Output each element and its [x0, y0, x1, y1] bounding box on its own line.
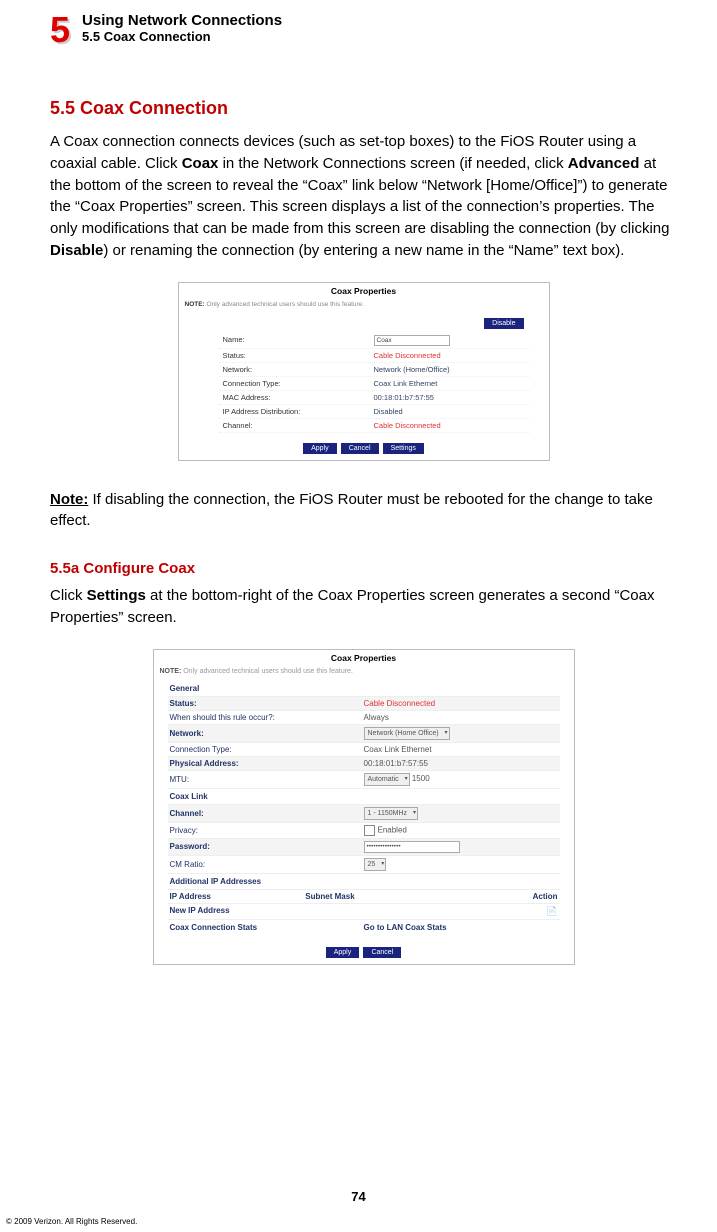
status-value: Cable Disconnected: [364, 699, 558, 708]
note-label: Note:: [50, 491, 88, 508]
section-heading: 5.5 Coax Connection: [50, 98, 677, 119]
page-number: 74: [0, 1189, 717, 1204]
coax-bold: Coax: [182, 155, 219, 172]
cancel-button[interactable]: Cancel: [363, 947, 401, 958]
disable-bold: Disable: [50, 242, 103, 259]
coax-properties-settings-screenshot: Coax Properties NOTE: Only advanced tech…: [153, 649, 575, 965]
ip-dist-value: Disabled: [374, 407, 525, 416]
para2-text: Click: [50, 587, 87, 604]
new-ip-link[interactable]: New IP Address: [170, 906, 306, 917]
advanced-bold: Advanced: [568, 155, 640, 172]
dialog-note: NOTE: Only advanced technical users shou…: [154, 666, 574, 679]
channel-label: Channel:: [170, 809, 364, 818]
note-label: NOTE:: [160, 668, 182, 675]
mac-value: 00:18:01:b7:57:55: [374, 393, 525, 402]
note-paragraph: Note: If disabling the connection, the F…: [50, 489, 677, 533]
subnet-mask-col: Subnet Mask: [305, 892, 441, 901]
network-select[interactable]: Network (Home Office): [364, 727, 450, 740]
subsection-heading: 5.5a Configure Coax: [50, 560, 677, 577]
para1-text: in the Network Connections screen (if ne…: [218, 155, 567, 172]
mtu-value: 1500: [412, 774, 430, 783]
rule-value: Always: [364, 713, 558, 722]
connection-type-label: Connection Type:: [223, 379, 374, 388]
rule-label: When should this rule occur?:: [170, 713, 364, 722]
mtu-label: MTU:: [170, 775, 364, 784]
additional-ip-section: Additional IP Addresses: [168, 874, 560, 890]
status-label: Status:: [223, 351, 374, 360]
password-label: Password:: [170, 842, 364, 851]
connection-type-label: Connection Type:: [170, 745, 364, 754]
chapter-header: 5 Using Network Connections 5.5 Coax Con…: [50, 12, 677, 48]
dialog-title: Coax Properties: [179, 283, 549, 299]
mac-label: MAC Address:: [223, 393, 374, 402]
dialog-title: Coax Properties: [154, 650, 574, 666]
additional-ip-header: IP Address Subnet Mask Action: [168, 890, 560, 904]
ip-dist-label: IP Address Distribution:: [223, 407, 374, 416]
action-col: Action: [441, 892, 557, 901]
stats-link[interactable]: Go to LAN Coax Stats: [364, 923, 558, 932]
network-label: Network:: [223, 365, 374, 374]
ip-address-col: IP Address: [170, 892, 306, 901]
coax-link-section: Coax Link: [168, 789, 560, 805]
apply-button[interactable]: Apply: [326, 947, 360, 958]
privacy-value: Enabled: [378, 825, 407, 834]
connection-type-value: Coax Link Ethernet: [374, 379, 525, 388]
network-label: Network:: [170, 729, 364, 738]
note-text: Only advanced technical users should use…: [183, 668, 353, 675]
note-text: Only advanced technical users should use…: [207, 301, 365, 308]
name-input[interactable]: Coax: [374, 335, 450, 346]
para1-text: ) or renaming the connection (by enterin…: [103, 242, 624, 259]
note-label: NOTE:: [185, 301, 205, 308]
password-input[interactable]: •••••••••••••••: [364, 841, 460, 853]
chapter-subtitle: 5.5 Coax Connection: [82, 29, 282, 44]
dialog-note: NOTE: Only advanced technical users shou…: [179, 299, 549, 312]
apply-button[interactable]: Apply: [303, 443, 337, 454]
coax-properties-screenshot: Coax Properties NOTE: Only advanced tech…: [178, 282, 550, 461]
network-value: Network (Home/Office): [374, 365, 525, 374]
status-label: Status:: [170, 699, 364, 708]
chapter-title: Using Network Connections: [82, 12, 282, 29]
privacy-checkbox[interactable]: [364, 825, 375, 836]
new-ip-row: New IP Address 📄: [168, 904, 560, 920]
add-icon[interactable]: 📄: [441, 906, 557, 917]
settings-button[interactable]: Settings: [383, 443, 424, 454]
stats-label: Coax Connection Stats: [170, 923, 364, 932]
general-section: General: [168, 681, 560, 697]
cancel-button[interactable]: Cancel: [341, 443, 379, 454]
disable-button[interactable]: Disable: [484, 318, 523, 329]
copyright: © 2009 Verizon. All Rights Reserved.: [6, 1217, 137, 1226]
configure-paragraph: Click Settings at the bottom-right of th…: [50, 585, 677, 629]
privacy-label: Privacy:: [170, 826, 364, 835]
physical-address-value: 00:18:01:b7:57:55: [364, 759, 558, 768]
note-body: If disabling the connection, the FiOS Ro…: [50, 491, 653, 530]
intro-paragraph: A Coax connection connects devices (such…: [50, 131, 677, 262]
chapter-titles: Using Network Connections 5.5 Coax Conne…: [82, 12, 282, 44]
mtu-select[interactable]: Automatic: [364, 773, 410, 786]
cm-ratio-select[interactable]: 25: [364, 858, 387, 871]
cm-ratio-label: CM Ratio:: [170, 860, 364, 869]
physical-address-label: Physical Address:: [170, 759, 364, 768]
channel-label: Channel:: [223, 421, 374, 430]
channel-select[interactable]: 1 - 1150MHz: [364, 807, 419, 820]
status-value: Cable Disconnected: [374, 351, 525, 360]
settings-bold: Settings: [87, 587, 146, 604]
chapter-number: 5: [50, 12, 70, 48]
connection-type-value: Coax Link Ethernet: [364, 745, 558, 754]
channel-value: Cable Disconnected: [374, 421, 525, 430]
name-label: Name:: [223, 335, 374, 346]
